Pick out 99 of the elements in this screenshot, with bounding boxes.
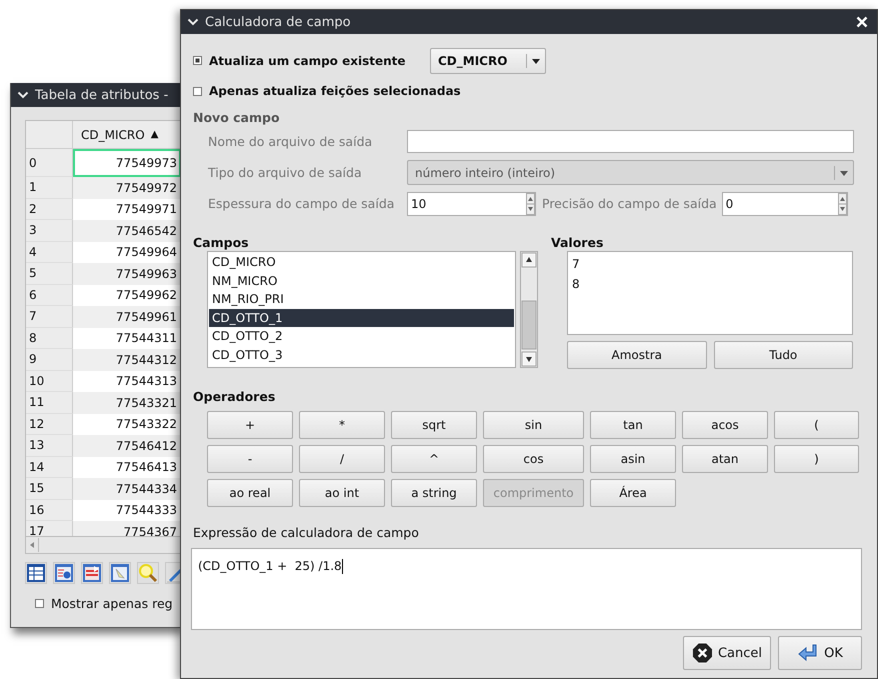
values-button[interactable]: Amostra [567,341,706,369]
operator-button[interactable]: ao int [299,479,385,507]
list-item[interactable]: 7 [572,254,848,274]
table-cell: 77546412 [73,435,180,456]
toolbar-button[interactable] [25,562,47,584]
field-label: Espessura do campo de saída [208,196,396,211]
window-title: Calculadora de campo [205,14,352,30]
list-item[interactable]: CD_OTTO_2 [209,327,514,346]
operator-button[interactable]: ao real [207,479,293,507]
row-header[interactable]: 15 [26,478,73,500]
cancel-button[interactable]: Cancel [683,636,771,670]
row-header[interactable]: 11 [26,392,73,414]
table-cell: 77549961 [73,306,180,328]
chevron-down-icon [17,89,29,101]
header-corner [26,121,73,149]
expression-label: Expressão de calculadora de campo [193,525,420,542]
checkbox[interactable] [35,599,44,608]
field-label: Tipo do arquivo de saída [208,165,363,180]
operator-button[interactable]: * [299,411,385,439]
list-item[interactable]: NM_MICRO [209,272,514,290]
list-item[interactable]: CD_OTTO_3 [209,346,514,364]
horizontal-scrollbar[interactable] [26,536,180,553]
row-header[interactable]: 5 [26,263,73,284]
table-cell: 77549973 [73,149,180,177]
return-arrow-icon [797,642,820,664]
operator-button[interactable]: cos [483,445,584,473]
row-header[interactable]: 6 [26,284,73,306]
row-header[interactable]: 2 [26,198,73,220]
operator-button[interactable]: / [299,445,385,473]
checkbox-label: Mostrar apenas reg [51,596,173,611]
list-item[interactable]: NM_RIO_PRI [209,290,514,308]
row-header[interactable]: 14 [26,456,73,478]
list-item[interactable]: 8 [572,274,848,294]
toolbar-button[interactable] [53,562,75,584]
magnifier-icon [138,563,158,583]
window-title: Tabela de atributos - [35,88,168,102]
row-header[interactable]: 0 [26,149,73,177]
table-cell: 77544312 [73,349,180,370]
row-header[interactable]: 17 [26,521,73,536]
toolbar-button[interactable] [137,562,159,584]
row-header[interactable]: 12 [26,414,73,435]
table-cell: 77544334 [73,478,180,500]
checkbox[interactable] [193,86,202,96]
toolbar-button[interactable] [109,562,131,584]
operator-button[interactable]: + [207,411,293,439]
table-filter-icon [54,563,74,583]
row-header[interactable]: 9 [26,349,73,370]
table-icon [26,563,46,583]
operator-button[interactable]: ( [774,411,859,439]
operator-button[interactable]: asin [590,445,676,473]
table-cell: 7754367 [73,521,180,536]
row-header[interactable]: 16 [26,500,73,521]
values-button[interactable]: Tudo [714,341,853,369]
table-cell: 77549972 [73,177,180,198]
row-header[interactable]: 4 [26,242,73,263]
checkbox[interactable] [193,56,202,65]
table-cell: 77543321 [73,392,180,414]
field-dropdown[interactable]: CD_MICRO [430,48,546,74]
table-cell: 77546542 [73,220,180,242]
expression-field[interactable]: (CD_OTTO_1 + 25) /1.8 [191,548,862,630]
operator-button[interactable]: atan [682,445,768,473]
close-button[interactable] [855,15,869,29]
table-cell: 77549963 [73,263,180,284]
field-label: Nome do arquivo de saída [208,134,374,149]
operator-button[interactable]: acos [682,411,768,439]
operator-button[interactable]: ^ [391,445,477,473]
sort-indicator: ▲ [150,129,158,140]
table-select-icon [110,563,130,583]
operator-button[interactable]: sqrt [391,411,477,439]
operator-button[interactable]: Área [590,479,676,507]
list-item[interactable]: CD_OTTO_1 [209,308,514,327]
cancel-icon [692,642,713,664]
toolbar-button[interactable] [81,562,103,584]
ok-button[interactable]: OK [778,636,862,670]
section-title: Novo campo [193,110,281,127]
row-header[interactable]: 1 [26,177,73,198]
row-header[interactable]: 3 [26,220,73,242]
field-label: Precisão do campo de saída [542,196,717,211]
row-header[interactable]: 8 [26,328,73,349]
checkbox-label: Atualiza um campo existente [209,54,406,68]
operator-button[interactable]: ) [774,445,859,473]
section-title: Valores [551,235,604,252]
table-move-icon [82,563,102,583]
spin-arrows-icon [838,192,847,214]
operator-button[interactable]: sin [483,411,584,439]
section-title: Operadores [193,389,276,406]
column-header[interactable]: CD_MICRO ▲ [73,121,180,149]
row-header[interactable]: 13 [26,435,73,456]
row-header[interactable]: 7 [26,306,73,328]
checkbox-label: Apenas atualiza feições selecionadas [209,84,461,98]
close-icon [856,16,868,28]
operator-button[interactable]: tan [590,411,676,439]
section-title: Campos [193,235,250,252]
spin-arrows-icon [526,192,535,214]
row-header[interactable]: 10 [26,370,73,392]
operator-button[interactable]: - [207,445,293,473]
list-item[interactable]: CD_MICRO [209,253,514,272]
operator-button[interactable]: a string [391,479,477,507]
chevron-down-icon [187,16,199,28]
